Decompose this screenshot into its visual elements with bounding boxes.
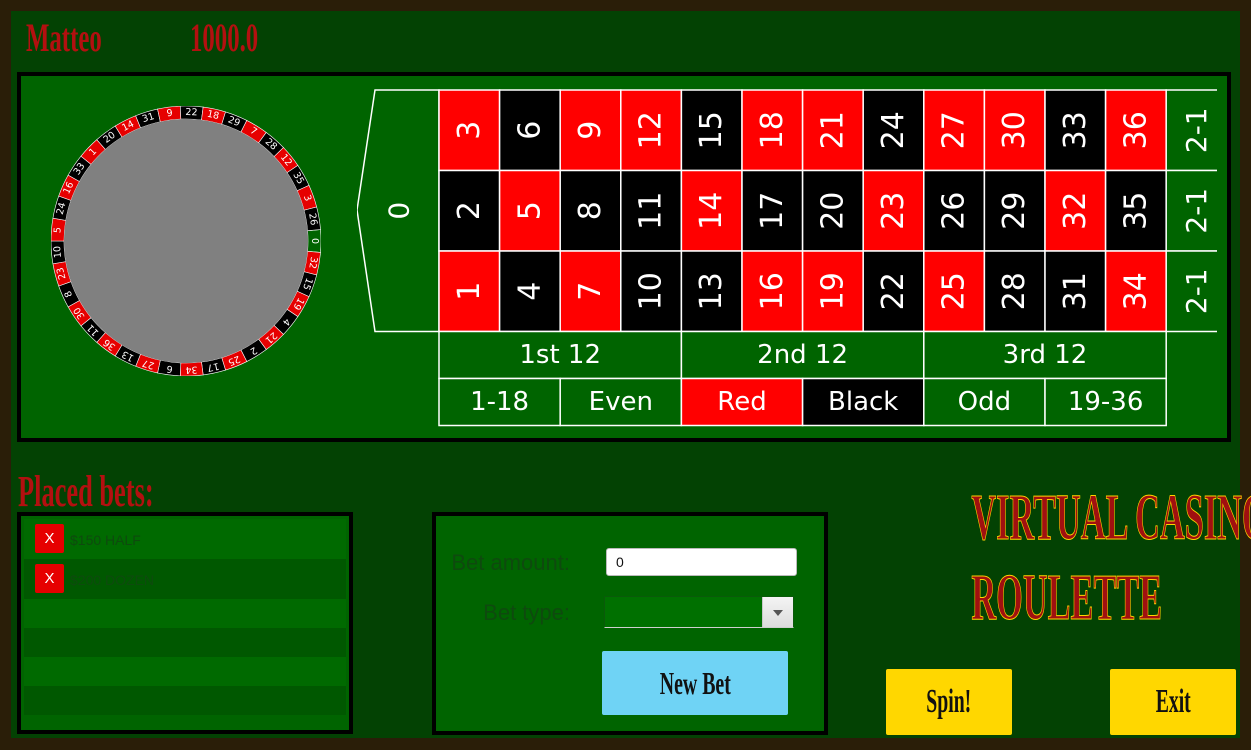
bet-cell-label: 2 bbox=[452, 201, 487, 220]
bet-cell-label: 36 bbox=[1118, 111, 1153, 149]
bet-cell-label: 31 bbox=[1058, 272, 1093, 310]
bet-cell-label: 9 bbox=[573, 121, 608, 140]
bet-label: $200 DOZEN bbox=[70, 572, 155, 588]
new-bet-button[interactable]: New Bet bbox=[602, 651, 788, 715]
bet-cell-label: 1 bbox=[452, 282, 487, 301]
game-title-line1: VIRTUAL CASINO - bbox=[971, 481, 1251, 555]
bet-cell-label: 13 bbox=[694, 272, 729, 310]
placed-bets-title: Placed bets: bbox=[18, 467, 154, 516]
wheel-number: 5 bbox=[52, 227, 63, 234]
game-title: VIRTUAL CASINO - ROULETTE bbox=[885, 478, 1251, 638]
list-item: X $150 HALF bbox=[24, 519, 346, 559]
bet-cell-label: 2-1 bbox=[1180, 268, 1213, 314]
remove-bet-button[interactable]: X bbox=[35, 564, 64, 593]
bet-cell-label: 26 bbox=[937, 192, 972, 230]
bet-cell-label: 3rd 12 bbox=[1003, 340, 1088, 370]
bet-cell-label: 10 bbox=[634, 272, 669, 310]
chevron-down-icon[interactable] bbox=[762, 597, 793, 627]
bet-cell-label: 11 bbox=[634, 192, 669, 230]
wheel-number: 0 bbox=[309, 238, 320, 244]
bet-form: Bet amount: 0 Bet type: New Bet bbox=[432, 512, 828, 735]
bet-cell-label: 34 bbox=[1118, 272, 1153, 310]
bet-cell-label: 17 bbox=[755, 192, 790, 230]
bet-cell-label: Black bbox=[828, 387, 898, 417]
bet-cell-label: 12 bbox=[634, 111, 669, 149]
bet-cell-label: 0 bbox=[383, 202, 416, 220]
bet-cell-label: 19 bbox=[815, 272, 850, 310]
bet-cell-label: 22 bbox=[876, 272, 911, 310]
exit-button[interactable]: Exit bbox=[1110, 669, 1236, 735]
bet-cell-label: 21 bbox=[815, 111, 850, 149]
list-item bbox=[24, 657, 346, 686]
bet-cell-label: 8 bbox=[573, 201, 608, 220]
player-name: Matteo bbox=[26, 15, 102, 60]
bet-cell-label: Odd bbox=[958, 387, 1011, 417]
spin-label: Spin! bbox=[926, 683, 972, 720]
bet-cell-label: 1st 12 bbox=[519, 340, 601, 370]
bet-cell-label: 6 bbox=[512, 121, 547, 140]
bet-cell-label: 2nd 12 bbox=[757, 340, 848, 370]
bet-amount-label: Bet amount: bbox=[451, 550, 570, 575]
bet-cell-label: 2-1 bbox=[1180, 188, 1213, 234]
wheel-number: 22 bbox=[185, 107, 198, 119]
bet-cell-label: 4 bbox=[512, 282, 547, 301]
game-title-line2: ROULETTE bbox=[971, 561, 1163, 635]
roulette-wheel: 0321519421225173462713361130823105241633… bbox=[51, 106, 321, 376]
bet-cell-label: Red bbox=[717, 387, 766, 417]
bet-cell-label: 35 bbox=[1118, 192, 1153, 230]
roulette-table: 0 32 15 19 4 21 2 25 17 34 6 27 13 36 11 30 8 23 10 5 24 16 33… bbox=[17, 72, 1231, 442]
exit-label: Exit bbox=[1155, 683, 1191, 720]
bet-cell-label: 14 bbox=[694, 192, 729, 230]
bet-cell-label: 29 bbox=[997, 192, 1032, 230]
bet-cell-label: 27 bbox=[937, 111, 972, 149]
bet-cell-label: 18 bbox=[755, 111, 790, 149]
list-item bbox=[24, 686, 346, 715]
wheel-number: 26 bbox=[306, 212, 319, 226]
list-item bbox=[24, 628, 346, 657]
spin-button[interactable]: Spin! bbox=[886, 669, 1012, 735]
bet-amount-input[interactable]: 0 bbox=[606, 548, 797, 576]
wheel-number: 10 bbox=[52, 245, 64, 258]
player-balance: 1000.0 bbox=[190, 15, 259, 60]
bet-cell-label: 5 bbox=[512, 201, 547, 220]
list-item bbox=[24, 599, 346, 628]
wheel-number: 34 bbox=[185, 364, 198, 376]
bet-cell-label: 7 bbox=[573, 282, 608, 301]
bet-cell-label: 23 bbox=[876, 192, 911, 230]
bet-cell-label: 32 bbox=[1058, 192, 1093, 230]
list-item: X $200 DOZEN bbox=[24, 559, 346, 599]
bet-cell-label: 20 bbox=[815, 192, 850, 230]
wheel-hub bbox=[64, 119, 308, 363]
bet-cell-label: 2-1 bbox=[1180, 107, 1213, 153]
bet-cell-label: 28 bbox=[997, 272, 1032, 310]
new-bet-label: New Bet bbox=[659, 665, 731, 701]
bet-cell-label: 33 bbox=[1058, 111, 1093, 149]
betting-board: 0321654987121110151413181716212019242322… bbox=[357, 89, 1217, 427]
remove-bet-button[interactable]: X bbox=[35, 524, 64, 553]
bet-cell-label: 30 bbox=[997, 111, 1032, 149]
bet-cell-label: 15 bbox=[694, 111, 729, 149]
bet-type-select[interactable] bbox=[604, 596, 794, 628]
bet-cell-label: 1-18 bbox=[470, 387, 529, 417]
bet-cell-label: 19-36 bbox=[1068, 387, 1144, 417]
bet-cell-label: 16 bbox=[755, 272, 790, 310]
bet-type-label: Bet type: bbox=[483, 600, 570, 625]
wheel-number: 32 bbox=[306, 256, 319, 270]
placed-bets-list: X $150 HALF X $200 DOZEN bbox=[17, 512, 353, 734]
bet-cell-label: Even bbox=[589, 387, 653, 417]
bet-cell-label: 24 bbox=[876, 111, 911, 149]
bet-cell-label: 3 bbox=[452, 121, 487, 140]
bet-label: $150 HALF bbox=[70, 532, 141, 548]
bet-cell-label: 25 bbox=[937, 272, 972, 310]
